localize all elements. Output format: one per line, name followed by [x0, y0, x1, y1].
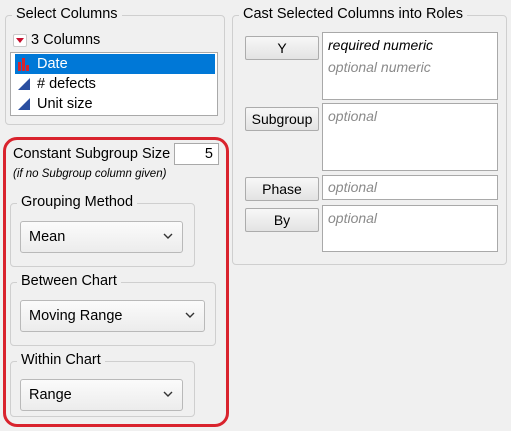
bar-chart-icon — [17, 57, 31, 71]
between-chart-title: Between Chart — [17, 273, 121, 289]
column-item-unit-size[interactable]: Unit size — [15, 94, 215, 114]
continuous-triangle-icon — [17, 77, 31, 91]
columns-count-dropdown[interactable]: 3 Columns — [12, 32, 132, 50]
by-role-box[interactable]: optional — [322, 205, 498, 252]
chevron-down-icon — [185, 312, 195, 318]
column-list[interactable]: Date # defects Unit size — [10, 52, 218, 116]
phase-role-button[interactable]: Phase — [245, 177, 319, 201]
y-role-button[interactable]: Y — [245, 36, 319, 60]
by-role-button[interactable]: By — [245, 208, 319, 232]
y-role-required: required numeric — [328, 37, 434, 53]
column-item-label: Unit size — [37, 96, 93, 112]
cast-roles-title: Cast Selected Columns into Roles — [239, 6, 468, 22]
between-chart-value: Moving Range — [29, 308, 123, 324]
column-item-label: # defects — [37, 76, 96, 92]
grouping-method-value: Mean — [29, 229, 66, 245]
subgroup-role-box[interactable]: optional — [322, 103, 498, 171]
constant-subgroup-value: 5 — [204, 146, 213, 162]
between-chart-select[interactable]: Moving Range — [20, 300, 205, 332]
phase-role-optional: optional — [328, 179, 378, 195]
within-chart-value: Range — [29, 387, 72, 403]
grouping-method-select[interactable]: Mean — [20, 221, 183, 253]
constant-subgroup-size-input[interactable]: 5 — [174, 143, 219, 165]
grouping-method-title: Grouping Method — [17, 194, 138, 210]
column-item-date[interactable]: Date — [15, 54, 215, 74]
phase-role-box[interactable]: optional — [322, 175, 498, 200]
within-chart-select[interactable]: Range — [20, 379, 183, 411]
subgroup-role-button[interactable]: Subgroup — [245, 107, 319, 131]
by-role-optional: optional — [328, 210, 378, 226]
columns-count-label: 3 Columns — [31, 32, 101, 48]
within-chart-title: Within Chart — [17, 352, 105, 368]
chevron-down-icon — [163, 391, 173, 397]
select-columns-title: Select Columns — [12, 6, 122, 22]
constant-subgroup-hint: (if no Subgroup column given) — [13, 168, 167, 180]
red-disclosure-icon — [13, 34, 27, 47]
column-item-defects[interactable]: # defects — [15, 74, 215, 94]
continuous-triangle-icon — [17, 97, 31, 111]
column-item-label: Date — [37, 56, 68, 72]
chevron-down-icon — [163, 233, 173, 239]
y-role-optional: optional numeric — [328, 59, 431, 75]
subgroup-role-optional: optional — [328, 108, 378, 124]
constant-subgroup-label: Constant Subgroup Size — [13, 146, 171, 162]
y-role-box[interactable]: required numeric optional numeric — [322, 32, 498, 100]
